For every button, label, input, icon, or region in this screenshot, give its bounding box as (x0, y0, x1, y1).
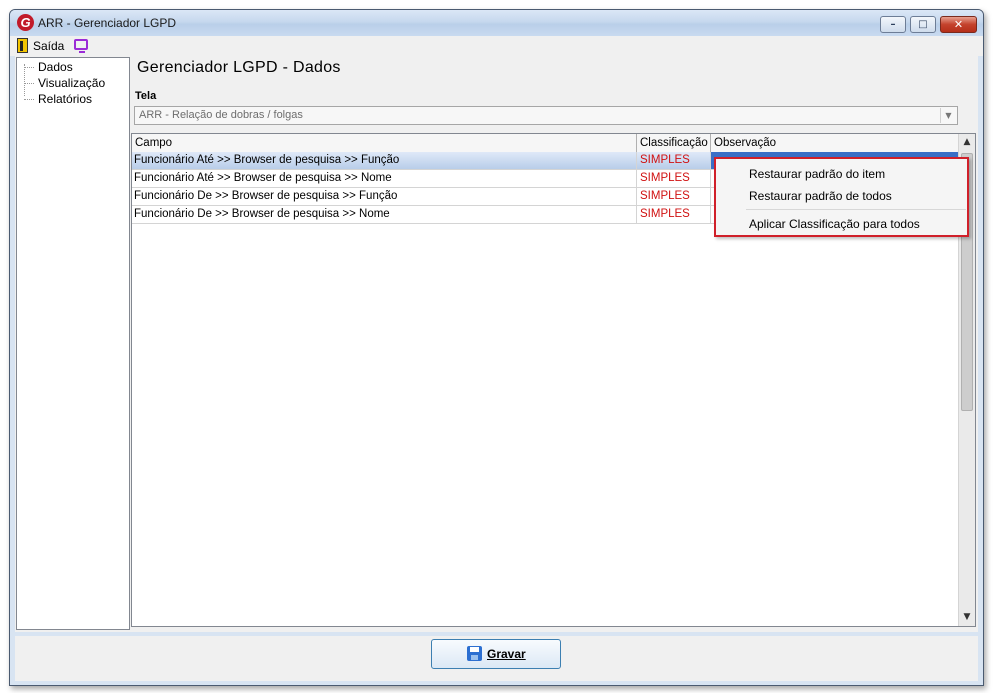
cell-classificacao[interactable]: SIMPLES (637, 170, 711, 187)
sidebar-item-relatorios[interactable]: Relatórios (24, 92, 92, 106)
menu-separator (746, 209, 966, 210)
save-button[interactable]: Gravar (431, 639, 561, 669)
tela-dropdown[interactable]: ARR - Relação de dobras / folgas ▼ (134, 106, 958, 125)
menu-bar: Saída (10, 36, 983, 56)
grid-header: Campo Classificação Observação (132, 134, 959, 153)
cell-campo[interactable]: Funcionário Até >> Browser de pesquisa >… (132, 170, 637, 187)
minimize-icon: – (890, 19, 896, 30)
close-icon: ✕ (953, 18, 964, 31)
app-logo-icon: G (17, 14, 34, 31)
sidebar-item-visualizacao[interactable]: Visualização (24, 76, 105, 90)
sidebar-tree: Dados Visualização Relatórios (16, 57, 130, 630)
window-title: ARR - Gerenciador LGPD (38, 16, 177, 30)
minimize-button[interactable]: – (880, 16, 906, 33)
sidebar-item-label: Relatórios (38, 92, 93, 106)
maximize-button[interactable]: □ (910, 16, 936, 33)
scroll-down-icon[interactable]: ▼ (959, 609, 975, 626)
cell-classificacao[interactable]: SIMPLES (637, 206, 711, 223)
footer-bar: Gravar (15, 636, 978, 681)
monitor-icon[interactable] (74, 39, 88, 53)
scroll-up-icon[interactable]: ▲ (959, 134, 975, 151)
sidebar-item-label: Visualização (38, 76, 106, 90)
save-button-label: Gravar (487, 647, 526, 661)
menu-item-restore-item-default[interactable]: Restaurar padrão do item (749, 167, 885, 181)
exit-door-icon[interactable] (17, 38, 28, 53)
cell-campo[interactable]: Funcionário Até >> Browser de pesquisa >… (132, 152, 637, 169)
column-header-campo[interactable]: Campo (132, 134, 637, 152)
page-title: Gerenciador LGPD - Dados (137, 59, 341, 76)
cell-campo[interactable]: Funcionário De >> Browser de pesquisa >>… (132, 206, 637, 223)
main-window: G ARR - Gerenciador LGPD – □ ✕ Saída Dad… (9, 9, 984, 686)
exit-menu-item[interactable]: Saída (33, 39, 64, 53)
floppy-disk-icon (467, 646, 482, 661)
column-header-classificacao[interactable]: Classificação (637, 134, 711, 152)
sidebar-item-label: Dados (38, 60, 73, 74)
tela-selected-value: ARR - Relação de dobras / folgas (139, 109, 303, 121)
close-button[interactable]: ✕ (940, 16, 977, 33)
menu-item-apply-classification-all[interactable]: Aplicar Classificação para todos (749, 217, 920, 231)
tela-label: Tela (135, 90, 157, 102)
column-header-observacao[interactable]: Observação (711, 134, 959, 152)
maximize-icon: □ (918, 19, 928, 30)
menu-item-restore-all-defaults[interactable]: Restaurar padrão de todos (749, 189, 892, 203)
context-menu: Restaurar padrão do item Restaurar padrã… (714, 157, 969, 237)
cell-campo[interactable]: Funcionário De >> Browser de pesquisa >>… (132, 188, 637, 205)
chevron-down-icon[interactable]: ▼ (940, 108, 956, 123)
cell-classificacao[interactable]: SIMPLES (637, 188, 711, 205)
cell-classificacao[interactable]: SIMPLES (637, 152, 711, 169)
sidebar-item-dados[interactable]: Dados (24, 60, 73, 74)
client-area: Dados Visualização Relatórios Gerenciado… (15, 56, 978, 632)
title-bar: G ARR - Gerenciador LGPD – □ ✕ (10, 10, 983, 36)
